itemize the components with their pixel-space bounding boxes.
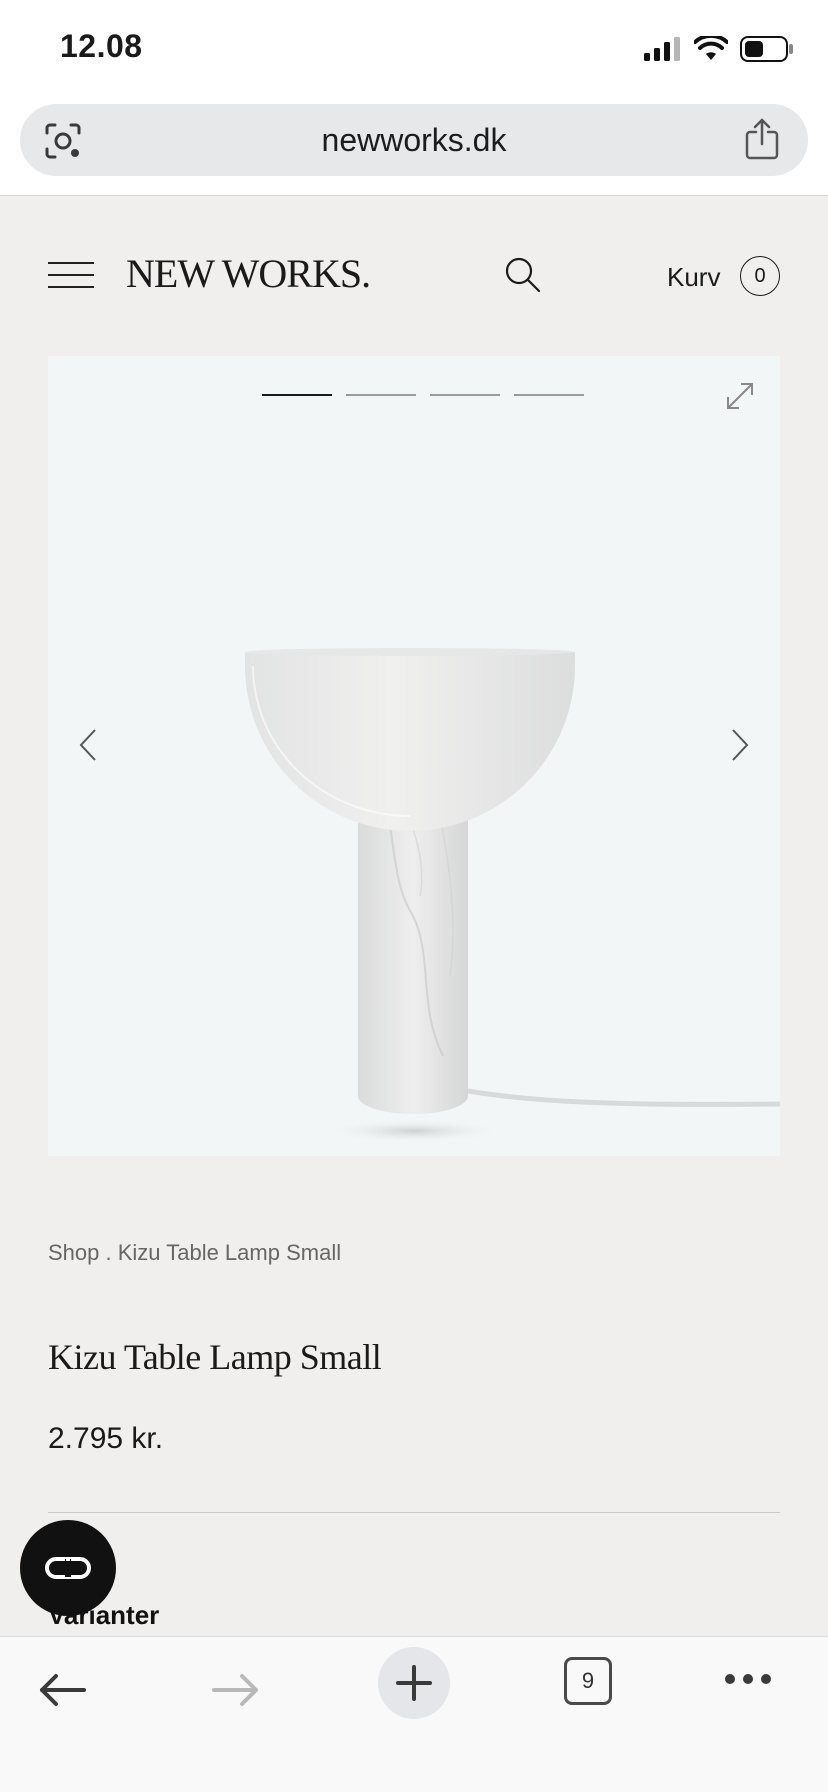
plus-icon	[396, 1665, 432, 1701]
divider	[48, 1512, 780, 1513]
slide-indicator[interactable]	[346, 394, 416, 396]
expand-icon[interactable]	[724, 380, 756, 412]
product-image-gallery[interactable]	[48, 356, 780, 1156]
slide-indicator[interactable]	[262, 394, 332, 396]
slide-indicator[interactable]	[430, 394, 500, 396]
share-icon[interactable]	[744, 118, 780, 160]
search-icon[interactable]	[504, 256, 542, 294]
battery-icon	[740, 36, 793, 62]
site-header: NEW WORKS. Kurv 0	[0, 196, 828, 356]
product-image	[245, 648, 780, 1143]
chat-button[interactable]	[20, 1520, 116, 1616]
product-title: Kizu Table Lamp Small	[48, 1337, 382, 1377]
previous-image-arrow-icon[interactable]	[78, 728, 98, 762]
wifi-icon	[694, 36, 728, 60]
next-image-arrow-icon[interactable]	[730, 728, 750, 762]
cellular-signal-icon	[644, 37, 680, 61]
slide-indicator[interactable]	[514, 394, 584, 396]
forward-arrow-icon[interactable]	[212, 1673, 260, 1707]
browser-toolbar: 9	[0, 1636, 828, 1792]
site-logo[interactable]: NEW WORKS.	[126, 250, 371, 297]
status-time: 12.08	[60, 28, 143, 64]
cart-count-badge[interactable]: 0	[740, 256, 780, 296]
product-price: 2.795 kr.	[48, 1422, 164, 1455]
chat-icon	[45, 1557, 91, 1579]
browser-address-bar-area: newworks.dk	[0, 92, 828, 196]
url-text[interactable]: newworks.dk	[20, 104, 808, 176]
back-arrow-icon[interactable]	[38, 1673, 86, 1707]
slide-indicators	[262, 394, 584, 396]
more-options-icon[interactable]	[724, 1673, 772, 1685]
cart-link[interactable]: Kurv	[667, 262, 720, 293]
new-tab-button[interactable]	[378, 1647, 450, 1719]
tab-switcher-button[interactable]: 9	[564, 1657, 612, 1705]
hamburger-menu-icon[interactable]	[48, 262, 94, 288]
status-bar: 12.08	[0, 0, 828, 100]
breadcrumb[interactable]: Shop . Kizu Table Lamp Small	[48, 1240, 341, 1266]
status-icons	[644, 36, 794, 62]
address-bar[interactable]: newworks.dk	[20, 104, 808, 176]
